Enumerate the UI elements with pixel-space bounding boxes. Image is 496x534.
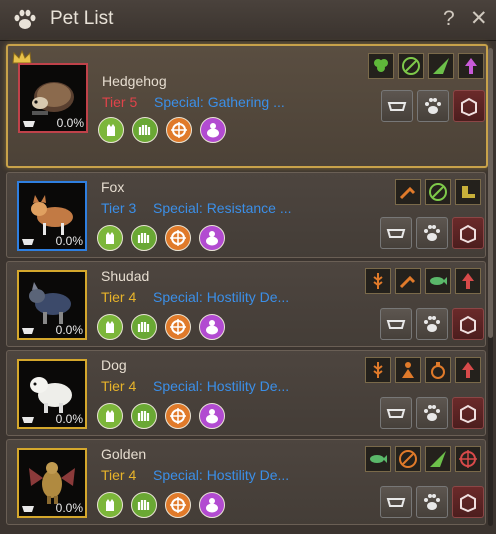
- close-button[interactable]: ✕: [470, 6, 488, 32]
- feed-button[interactable]: [380, 486, 412, 518]
- pet-special: Special: Hostility De...: [153, 467, 290, 483]
- wheat-skill-icon[interactable]: [365, 268, 391, 294]
- hunger-percent: 0.0%: [55, 412, 83, 426]
- cat-icon[interactable]: [98, 117, 124, 143]
- cat-icon[interactable]: [97, 314, 123, 340]
- pet-special: Special: Gathering ...: [154, 94, 285, 110]
- hammer-skill-icon[interactable]: [395, 268, 421, 294]
- wing-skill-icon[interactable]: [428, 53, 454, 79]
- pet-card-shudad[interactable]: 0.0% Shudad Tier 4 Special: Hostility De…: [6, 261, 486, 347]
- pet-card-golden[interactable]: 0.0% Golden Tier 4 Special: Hostility De…: [6, 439, 486, 525]
- pet-portrait[interactable]: 0.0%: [17, 359, 87, 429]
- pet-name: Shudad: [101, 268, 150, 284]
- pet-name: Fox: [101, 179, 125, 195]
- bowl-icon: [22, 239, 34, 245]
- pet-name: Golden: [101, 446, 147, 462]
- summon-button[interactable]: [416, 486, 448, 518]
- cat-icon[interactable]: [97, 492, 123, 518]
- hand-icon[interactable]: [131, 492, 157, 518]
- compass-icon[interactable]: [165, 225, 191, 251]
- slash-skill-icon[interactable]: [395, 446, 421, 472]
- compass-icon[interactable]: [165, 403, 191, 429]
- bag-icon[interactable]: [199, 403, 225, 429]
- pet-tier: Tier 4: [101, 378, 137, 394]
- clover-skill-icon[interactable]: [368, 53, 394, 79]
- feed-button[interactable]: [380, 308, 412, 340]
- cat-icon[interactable]: [97, 225, 123, 251]
- compass-icon[interactable]: [165, 314, 191, 340]
- pickaxe-skill-icon[interactable]: [425, 179, 451, 205]
- fish-skill-icon[interactable]: [365, 446, 391, 472]
- pet-list-window: Pet List ? ✕ 0.0% Hedgehog Tier 5 Specia…: [0, 0, 496, 534]
- release-button[interactable]: [452, 217, 484, 249]
- bag-icon[interactable]: [199, 314, 225, 340]
- bowl-icon: [22, 417, 34, 423]
- pet-special: Special: Resistance ...: [153, 200, 292, 216]
- wing-skill-icon[interactable]: [425, 446, 451, 472]
- summon-button[interactable]: [416, 217, 448, 249]
- pet-portrait[interactable]: 0.0%: [17, 448, 87, 518]
- window-title: Pet List: [50, 8, 114, 29]
- pet-card-dog[interactable]: 0.0% Dog Tier 4 Special: Hostility De...: [6, 350, 486, 436]
- bowl-icon: [23, 121, 35, 127]
- hunger-percent: 0.0%: [55, 234, 83, 248]
- scrollbar[interactable]: [488, 48, 493, 526]
- hunger-percent: 0.0%: [56, 116, 84, 130]
- pet-tier: Tier 3: [101, 200, 137, 216]
- arrow-up-skill-icon[interactable]: [455, 268, 481, 294]
- pet-special: Special: Hostility De...: [153, 378, 290, 394]
- hand-icon[interactable]: [131, 403, 157, 429]
- cat-icon[interactable]: [97, 403, 123, 429]
- paw-icon: [14, 9, 36, 29]
- release-button[interactable]: [452, 308, 484, 340]
- pet-list: 0.0% Hedgehog Tier 5 Special: Gathering …: [0, 41, 496, 534]
- bowl-icon: [22, 506, 34, 512]
- bag-icon[interactable]: [200, 117, 226, 143]
- help-button[interactable]: ?: [443, 6, 455, 32]
- pet-portrait[interactable]: 0.0%: [17, 181, 87, 251]
- feed-button[interactable]: [381, 90, 413, 122]
- bag-icon[interactable]: [199, 492, 225, 518]
- summon-button[interactable]: [416, 308, 448, 340]
- compass-icon[interactable]: [166, 117, 192, 143]
- hunger-percent: 0.0%: [55, 501, 83, 515]
- hunger-percent: 0.0%: [55, 323, 83, 337]
- hand-icon[interactable]: [132, 117, 158, 143]
- pet-name: Dog: [101, 357, 127, 373]
- feed-button[interactable]: [380, 217, 412, 249]
- hand-icon[interactable]: [131, 225, 157, 251]
- pet-special: Special: Hostility De...: [153, 289, 290, 305]
- compass-icon[interactable]: [165, 492, 191, 518]
- boot-skill-icon[interactable]: [455, 179, 481, 205]
- pet-tier: Tier 4: [101, 289, 137, 305]
- title-bar: Pet List ? ✕: [0, 0, 496, 41]
- fish-skill-icon[interactable]: [425, 268, 451, 294]
- pickaxe-skill-icon[interactable]: [398, 53, 424, 79]
- potion-skill-icon[interactable]: [425, 357, 451, 383]
- pet-card-fox[interactable]: 0.0% Fox Tier 3 Special: Resistance ...: [6, 172, 486, 258]
- bag-icon[interactable]: [199, 225, 225, 251]
- feed-button[interactable]: [380, 397, 412, 429]
- release-button[interactable]: [452, 397, 484, 429]
- bowl-icon: [22, 328, 34, 334]
- hand-icon[interactable]: [131, 314, 157, 340]
- pet-name: Hedgehog: [102, 73, 167, 89]
- arrow-up-skill-icon[interactable]: [458, 53, 484, 79]
- figure-skill-icon[interactable]: [395, 357, 421, 383]
- pet-tier: Tier 5: [102, 94, 138, 110]
- wheat-skill-icon[interactable]: [365, 357, 391, 383]
- summon-button[interactable]: [417, 90, 449, 122]
- release-button[interactable]: [453, 90, 485, 122]
- summon-button[interactable]: [416, 397, 448, 429]
- pet-portrait[interactable]: 0.0%: [18, 63, 88, 133]
- arrow-up-skill-icon[interactable]: [455, 357, 481, 383]
- hammer-skill-icon[interactable]: [395, 179, 421, 205]
- pet-portrait[interactable]: 0.0%: [17, 270, 87, 340]
- pet-card-hedgehog[interactable]: 0.0% Hedgehog Tier 5 Special: Gathering …: [6, 44, 488, 168]
- scrollbar-thumb[interactable]: [488, 48, 493, 338]
- pet-tier: Tier 4: [101, 467, 137, 483]
- release-button[interactable]: [452, 486, 484, 518]
- target-skill-icon[interactable]: [455, 446, 481, 472]
